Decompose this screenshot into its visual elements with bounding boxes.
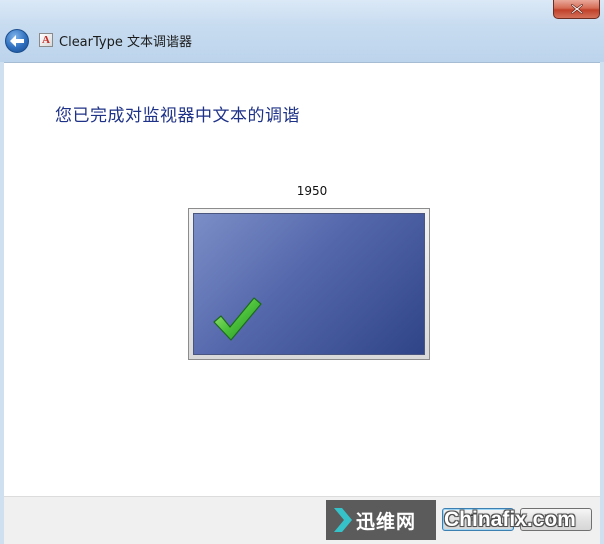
close-icon [570,4,583,14]
watermark-badge: 迅维网 [326,500,436,540]
page-heading: 您已完成对监视器中文本的调谐 [55,106,300,126]
wizard-content: 您已完成对监视器中文本的调谐 1950 [4,62,600,496]
monitor-frame [188,208,430,360]
window-title: ClearType 文本调谐器 [59,35,192,50]
close-button[interactable] [553,0,600,19]
back-button[interactable] [5,29,29,53]
checkmark-icon [213,297,262,341]
watermark: 迅维网 Chinafix.com [326,499,604,541]
monitor-label: 1950 [296,184,328,198]
watermark-en-text: Chinafix.com [444,508,576,531]
back-arrow-icon [10,35,24,47]
watermark-cn-text: 迅维网 [356,510,417,533]
cleartype-app-icon: A [39,33,53,47]
monitor-screen [193,213,425,355]
chevron-right-icon [334,508,352,532]
